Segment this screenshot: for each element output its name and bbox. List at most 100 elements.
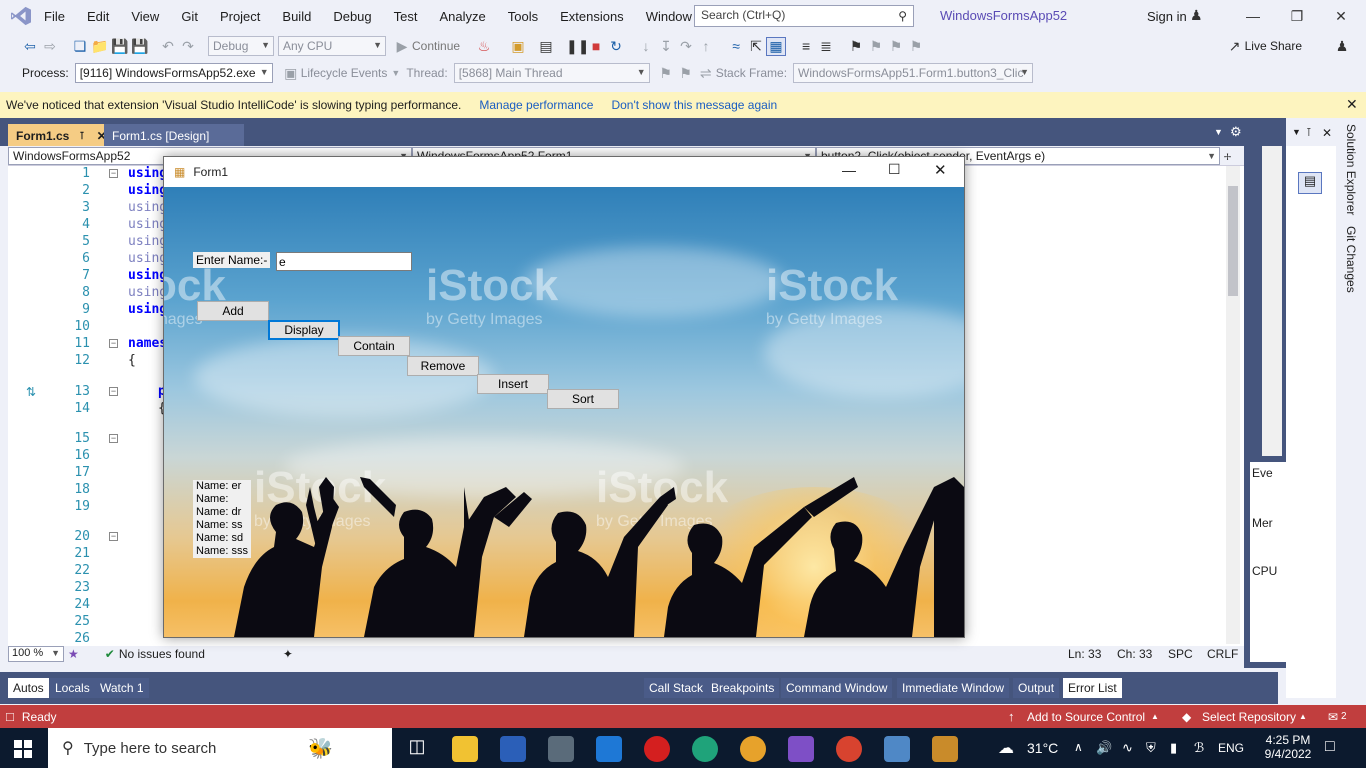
process-select[interactable]: [9116] WindowsFormsApp52.exe ▼ <box>74 63 273 83</box>
menu-edit[interactable]: Edit <box>76 0 120 32</box>
step-back-icon[interactable]: ↷ <box>676 38 696 55</box>
menu-git[interactable]: Git <box>170 0 209 32</box>
flag-thread-icon[interactable]: ⚑ <box>656 65 676 82</box>
menu-file[interactable]: File <box>33 0 76 32</box>
fold-toggle-icon[interactable]: − <box>109 339 118 348</box>
flag-all-icon[interactable]: ⚑ <box>676 65 696 82</box>
task-view-icon[interactable]: ◫ <box>404 736 430 762</box>
chevron-down-icon[interactable]: ▼ <box>1292 127 1301 137</box>
close-icon[interactable]: ✕ <box>934 161 947 179</box>
editor-vertical-scrollbar[interactable] <box>1226 166 1240 644</box>
layout-icon[interactable]: ▤ <box>536 38 556 55</box>
system-tray-chevron-icon[interactable]: ∧ <box>1074 740 1083 754</box>
thread-select[interactable]: [5868] Main Thread ▼ <box>453 63 650 83</box>
clock[interactable]: 4:25 PM 9/4/2022 <box>1258 733 1318 761</box>
insert-button[interactable]: Insert <box>477 374 549 394</box>
bluetooth-icon[interactable]: ℬ <box>1194 740 1204 756</box>
account-icon[interactable]: ♟ <box>1190 7 1203 24</box>
code-line[interactable]: using <box>128 302 167 317</box>
new-project-icon[interactable]: ❏ <box>70 38 90 55</box>
volume-icon[interactable]: 🔊 <box>1096 740 1112 756</box>
manage-performance-link[interactable]: Manage performance <box>479 98 593 112</box>
diagnostic-scroll[interactable] <box>1262 146 1282 456</box>
prev-bookmark-icon[interactable]: ⚑ <box>866 38 886 55</box>
menu-build[interactable]: Build <box>271 0 322 32</box>
remove-button[interactable]: Remove <box>407 356 479 376</box>
step-over-icon[interactable]: ↧ <box>656 38 676 55</box>
feedback-icon[interactable]: ♟ <box>1332 38 1352 55</box>
lifecycle-events-button[interactable]: Lifecycle Events <box>301 66 388 80</box>
display-button[interactable]: Display <box>268 320 340 340</box>
step-into-icon[interactable]: ↓ <box>636 38 656 54</box>
line-endings[interactable]: CRLF <box>1207 647 1238 661</box>
settings-gear-icon[interactable]: ⚙ <box>1230 124 1242 140</box>
indent-icon[interactable]: ≡ <box>796 38 816 54</box>
fold-toggle-icon[interactable]: − <box>109 532 118 541</box>
tab-error-list[interactable]: Error List <box>1063 678 1122 698</box>
camera-icon[interactable] <box>548 736 574 762</box>
tab-form1-design[interactable]: Form1.cs [Design] <box>104 124 244 148</box>
toggle-inspect-icon[interactable]: ▦ <box>766 36 787 56</box>
sign-in-link[interactable]: Sign in <box>1147 9 1187 24</box>
zoom-select[interactable]: 100 % ▼ <box>8 646 64 662</box>
restart-icon[interactable]: ↻ <box>606 38 626 55</box>
visual-studio-taskbar-icon[interactable] <box>788 736 814 762</box>
pin-icon[interactable]: ⊺ <box>1306 126 1312 139</box>
open-folder-icon[interactable]: 📁 <box>90 38 110 55</box>
fold-toggle-icon[interactable]: − <box>109 169 118 178</box>
fold-toggle-icon[interactable]: − <box>109 434 118 443</box>
image-viewer-icon[interactable] <box>884 736 910 762</box>
continue-button[interactable]: Continue <box>412 39 460 53</box>
security-icon[interactable]: ⛨ <box>1146 740 1156 756</box>
intellicode-icon[interactable]: ★ <box>68 647 79 661</box>
select-element-icon[interactable]: ⇱ <box>746 38 766 55</box>
add-to-source-control[interactable]: Add to Source Control <box>1027 710 1145 724</box>
edge-icon[interactable] <box>692 736 718 762</box>
stackframe-select[interactable]: WindowsFormsApp51.Form1.button3_Clic ▼ <box>793 63 1034 83</box>
code-line[interactable]: using <box>128 217 167 232</box>
tab-command-window[interactable]: Command Window <box>781 678 893 698</box>
menu-analyze[interactable]: Analyze <box>428 0 496 32</box>
opera-icon[interactable] <box>644 736 670 762</box>
restore-icon[interactable]: ❐ <box>1282 4 1312 28</box>
select-repository[interactable]: Select Repository <box>1202 710 1296 724</box>
name-input[interactable] <box>276 252 412 271</box>
menu-test[interactable]: Test <box>383 0 429 32</box>
code-line[interactable]: { <box>128 353 136 368</box>
chrome-icon[interactable] <box>740 736 766 762</box>
contain-button[interactable]: Contain <box>338 336 410 356</box>
tab-breakpoints[interactable]: Breakpoints <box>706 678 780 698</box>
tab-form1-cs[interactable]: Form1.cs ⊺ ✕ <box>8 124 107 148</box>
close-icon[interactable]: ✕ <box>1346 96 1358 113</box>
step-out-icon[interactable]: ↑ <box>696 38 716 54</box>
fold-toggle-icon[interactable]: − <box>109 387 118 396</box>
close-icon[interactable]: ✕ <box>1322 126 1332 140</box>
code-line[interactable]: using <box>128 183 167 198</box>
tab-immediate-window[interactable]: Immediate Window <box>897 678 1010 698</box>
code-line[interactable]: using <box>128 251 167 266</box>
menu-extensions[interactable]: Extensions <box>549 0 635 32</box>
minimize-icon[interactable]: — <box>1238 4 1268 28</box>
back-icon[interactable]: ⇦ <box>20 38 40 55</box>
save-icon[interactable]: 💾 <box>110 38 130 55</box>
tab-autos[interactable]: Autos <box>8 678 49 698</box>
stop-icon[interactable]: ■ <box>586 38 606 54</box>
platform-select[interactable]: Any CPU ▼ <box>278 36 386 56</box>
windows-start-icon[interactable] <box>14 740 32 758</box>
taskbar-search-box[interactable]: ⚲ Type here to search 🐝 <box>48 728 392 768</box>
dont-show-again-link[interactable]: Don't show this message again <box>611 98 777 112</box>
browser-link-icon[interactable]: ▣ <box>508 38 528 55</box>
tab-watch-1[interactable]: Watch 1 <box>95 678 149 698</box>
close-icon[interactable]: ✕ <box>1326 4 1356 28</box>
code-line[interactable]: using <box>128 268 167 283</box>
save-all-icon[interactable]: 💾 <box>130 38 150 55</box>
cleanup-icon[interactable]: ✦ <box>283 647 293 661</box>
redo-icon[interactable]: ↷ <box>178 38 198 55</box>
menu-project[interactable]: Project <box>209 0 271 32</box>
tab-solution-explorer[interactable]: Solution Explorer <box>1344 124 1358 215</box>
hot-reload-icon[interactable]: ♨ <box>474 38 494 55</box>
tab-git-changes[interactable]: Git Changes <box>1344 226 1358 293</box>
tab-locals[interactable]: Locals <box>50 678 95 698</box>
whitespace-mode[interactable]: SPC <box>1168 647 1193 661</box>
weather-icon[interactable]: ☁ <box>998 738 1014 758</box>
